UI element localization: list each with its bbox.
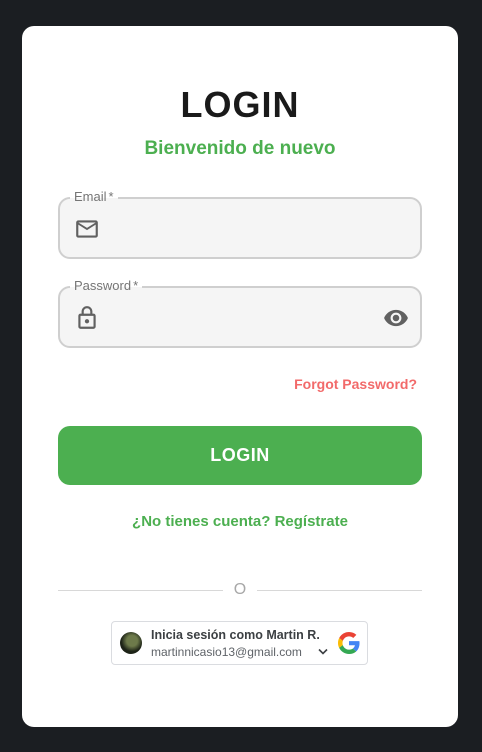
chevron-down-icon[interactable] <box>318 648 328 656</box>
google-account-email: martinnicasio13@gmail.com <box>151 645 302 659</box>
lock-icon <box>78 306 96 329</box>
forgot-password-link[interactable]: Forgot Password? <box>294 376 417 392</box>
required-mark: * <box>133 278 139 293</box>
page-title: LOGIN <box>180 84 300 125</box>
google-signin-button[interactable]: Inicia sesión como Martin R. martinnicas… <box>111 621 368 665</box>
email-field[interactable]: Email * <box>58 188 422 259</box>
divider-line-right <box>257 590 422 591</box>
avatar <box>120 632 142 654</box>
google-icon <box>338 632 360 654</box>
password-field[interactable]: Password * <box>58 277 422 348</box>
password-label-text: Password <box>74 278 132 293</box>
email-label-text: Email <box>74 189 107 204</box>
password-label: Password * <box>70 277 143 295</box>
email-input[interactable] <box>112 211 372 247</box>
eye-icon[interactable] <box>382 305 410 331</box>
password-input[interactable] <box>112 300 372 336</box>
mail-icon <box>76 220 98 238</box>
divider-text: O <box>233 581 247 598</box>
welcome-subtitle: Bienvenido de nuevo <box>144 138 336 159</box>
divider-line-left <box>58 590 223 591</box>
google-account-name: Inicia sesión como Martin R. <box>151 628 320 642</box>
login-card: LOGIN Bienvenido de nuevo Email * Passwor… <box>22 26 458 727</box>
login-button[interactable]: LOGIN <box>58 426 422 485</box>
required-mark: * <box>108 189 114 204</box>
register-link[interactable]: ¿No tienes cuenta? Regístrate <box>22 513 458 530</box>
email-label: Email * <box>70 188 118 206</box>
